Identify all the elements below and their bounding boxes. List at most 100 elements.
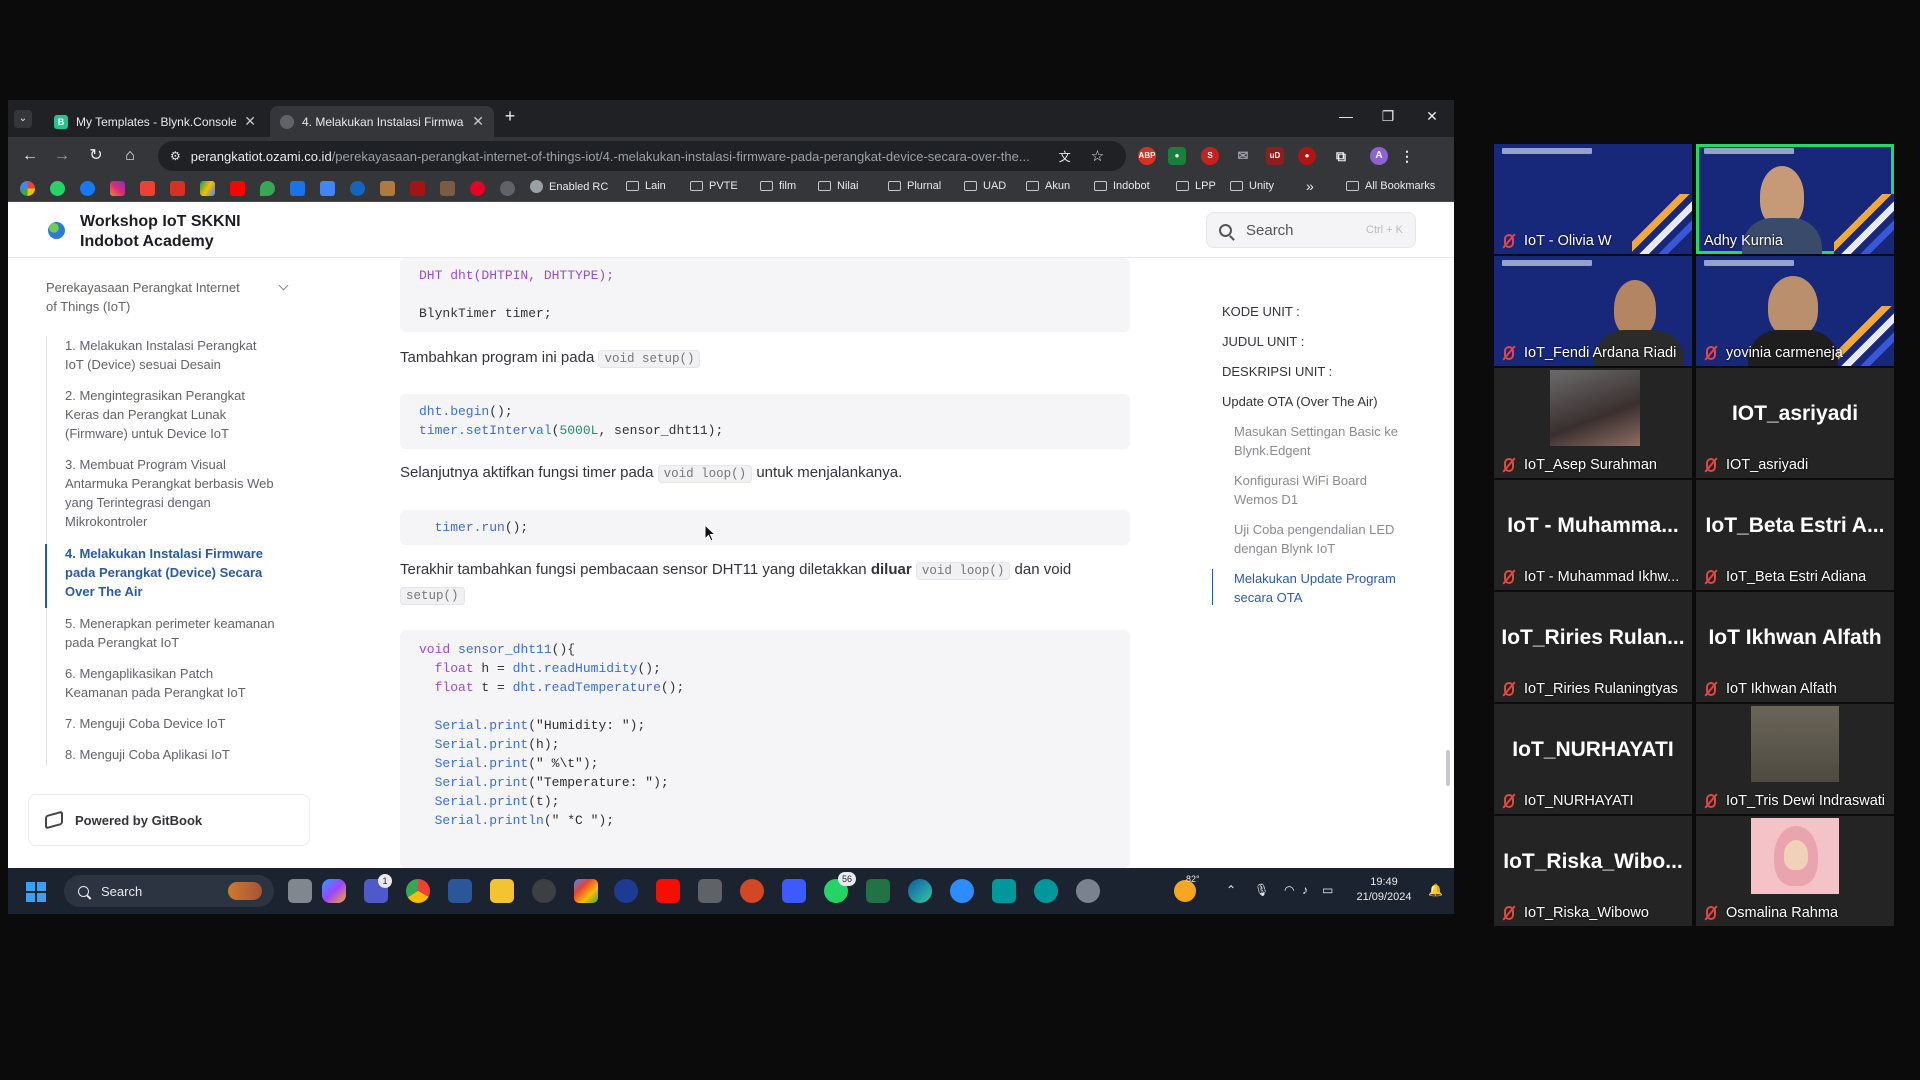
bookmark-folder-nilai[interactable]: Nilai (818, 180, 858, 192)
mail-icon[interactable]: ✉ (1234, 147, 1252, 165)
bookmark-star-icon[interactable]: ☆ (1091, 147, 1104, 165)
minimize-icon[interactable]: — (1326, 108, 1366, 124)
microphone-icon[interactable]: 🎙 (1254, 883, 1269, 897)
volume-icon[interactable]: ♪ (1302, 883, 1308, 897)
bookmark-folder-indobot[interactable]: Indobot (1094, 180, 1150, 192)
windows-start-icon[interactable] (26, 882, 46, 902)
tray-chevron-up-icon[interactable]: ⌃ (1226, 883, 1236, 897)
bookmark-folder-akun[interactable]: Akun (1026, 180, 1070, 192)
maps-icon[interactable] (260, 181, 275, 196)
app-hexagon-icon[interactable] (532, 879, 556, 903)
search-input[interactable]: Search Ctrl + K (1206, 212, 1416, 248)
toc-sub-blynk-edgent[interactable]: Masukan Settingan Basic ke Blynk.Edgent (1234, 422, 1414, 460)
participant-tile-active-speaker[interactable]: Adhy Kurnia (1696, 144, 1894, 254)
arduino-2-icon[interactable] (1034, 879, 1058, 903)
sidebar-section-title[interactable]: Perekayasaan Perangkat Internet of Thing… (46, 278, 246, 316)
gmail-icon[interactable] (140, 181, 155, 196)
app-cube-icon[interactable] (698, 879, 722, 903)
zoom-icon[interactable] (950, 879, 974, 903)
participant-tile[interactable]: IoT_NURHAYATI IoT_NURHAYATI (1494, 704, 1692, 814)
sidebar-item-3[interactable]: 3. Membuat Program Visual Antarmuka Pera… (65, 455, 275, 531)
powerpoint-icon[interactable] (740, 879, 764, 903)
sidebar-item-7[interactable]: 7. Menguji Coba Device IoT (65, 714, 275, 733)
participant-tile[interactable]: IoT - Muhamma... IoT - Muhammad Ikhw... (1494, 480, 1692, 590)
youtube-icon[interactable] (230, 181, 245, 196)
tab-gitbook[interactable]: 4. Melakukan Instalasi Firmware ✕ (270, 106, 494, 137)
bookmark-k2-icon[interactable] (320, 181, 335, 196)
extension-red-icon[interactable]: ● (1298, 147, 1316, 165)
code-block-loop[interactable]: timer.run(); (400, 510, 1130, 545)
sidebar-item-8[interactable]: 8. Menguji Coba Aplikasi IoT (65, 745, 275, 764)
task-view-icon[interactable] (288, 879, 312, 903)
participant-tile[interactable]: yovinia carmeneja (1696, 256, 1894, 366)
bookmark-folder-unity[interactable]: Unity (1230, 180, 1274, 192)
wifi-icon[interactable]: ◠ (1284, 883, 1294, 897)
bookmark-car-icon[interactable] (410, 181, 425, 196)
taskbar-search-input[interactable]: Search (64, 875, 274, 907)
address-bar[interactable]: ⚙ perangkatiot.ozami.co.id/perekayasaan-… (158, 141, 1126, 171)
forward-icon[interactable]: → (52, 146, 72, 166)
participant-tile[interactable]: IOT_asriyadi IOT_asriyadi (1696, 368, 1894, 478)
app-chart-icon[interactable] (782, 879, 806, 903)
globe-logo-icon[interactable] (48, 222, 65, 239)
bookmark-enabled-rc[interactable]: Enabled RC (530, 180, 608, 193)
toc-sub-led-blynk[interactable]: Uji Coba pengendalian LED dengan Blynk I… (1234, 520, 1414, 558)
app-pentagon-icon[interactable] (574, 879, 598, 903)
new-tab-button[interactable]: + (498, 106, 522, 127)
code-block-setup[interactable]: dht.begin(); timer.setInterval(5000L, se… (400, 394, 1130, 449)
powered-by-gitbook[interactable]: Powered by GitBook (28, 794, 310, 846)
site-title[interactable]: Workshop IoT SKKNI Indobot Academy (80, 212, 280, 252)
facebook-icon[interactable] (80, 181, 95, 196)
bookmark-folder-plurnal[interactable]: Plurnal (888, 180, 941, 192)
participant-tile[interactable]: IoT - Olivia W (1494, 144, 1692, 254)
scrollbar-thumb[interactable] (1446, 750, 1450, 786)
whatsapp-icon[interactable] (50, 181, 65, 196)
sidebar-item-5[interactable]: 5. Menerapkan perimeter keamanan pada Pe… (65, 614, 275, 652)
participant-tile[interactable]: IoT_Riska_Wibo... IoT_Riska_Wibowo (1494, 816, 1692, 926)
bookmark-folder-uad[interactable]: UAD (964, 180, 1006, 192)
bookmark-k-icon[interactable] (290, 181, 305, 196)
translate-icon[interactable]: 文 (1059, 148, 1071, 165)
google-icon[interactable] (20, 181, 35, 196)
close-icon[interactable]: ✕ (472, 113, 484, 130)
toc-item-kode-unit[interactable]: KODE UNIT : (1222, 302, 1300, 321)
sidebar-item-4-active[interactable]: 4. Melakukan Instalasi Firmware pada Per… (65, 544, 275, 601)
participant-tile[interactable]: IoT_Asep Surahman (1494, 368, 1692, 478)
toc-sub-update-ota-active[interactable]: Melakukan Update Program secara OTA (1234, 569, 1414, 607)
battery-icon[interactable]: ▭ (1322, 883, 1333, 897)
adblock-icon[interactable]: ABP (1138, 147, 1156, 165)
close-window-icon[interactable]: ✕ (1412, 108, 1452, 125)
participant-tile[interactable]: IoT_Riries Rulan... IoT_Riries Rulaningt… (1494, 592, 1692, 702)
arduino-icon[interactable] (992, 879, 1016, 903)
extension-green-icon[interactable]: ● (1168, 147, 1186, 165)
bookmark-folder-pvte[interactable]: PVTE (690, 180, 738, 192)
word-icon[interactable] (448, 879, 472, 903)
file-explorer-icon[interactable] (490, 879, 514, 903)
sidebar-item-6[interactable]: 6. Mengaplikasikan Patch Keamanan pada P… (65, 664, 275, 702)
sidebar-item-2[interactable]: 2. Mengintegrasikan Perangkat Keras dan … (65, 386, 275, 443)
bookmark-figure-icon[interactable] (380, 181, 395, 196)
restore-icon[interactable]: ❐ (1368, 108, 1408, 125)
home-icon[interactable]: ⌂ (120, 146, 140, 166)
chevron-down-icon[interactable] (278, 280, 289, 291)
reload-icon[interactable]: ↻ (86, 146, 106, 166)
edge-icon[interactable] (908, 879, 932, 903)
toc-sub-wifi-wemos[interactable]: Konfigurasi WiFi Board Wemos D1 (1234, 471, 1414, 509)
bookmark-folder-lpp[interactable]: LPP (1176, 180, 1216, 192)
participant-tile[interactable]: IoT Ikhwan Alfath IoT Ikhwan Alfath (1696, 592, 1894, 702)
toc-item-judul-unit[interactable]: JUDUL UNIT : (1222, 332, 1304, 351)
taskbar-clock[interactable]: 19:49 21/09/2024 (1354, 875, 1414, 905)
ublock-icon[interactable]: uD (1266, 147, 1284, 165)
all-bookmarks-button[interactable]: All Bookmarks (1346, 180, 1435, 192)
sidebar-item-1[interactable]: 1. Melakukan Instalasi Perangkat IoT (De… (65, 336, 275, 374)
close-icon[interactable]: ✕ (244, 113, 256, 130)
drive-icon[interactable] (200, 181, 215, 196)
site-info-icon[interactable]: ⚙ (170, 149, 181, 163)
tab-search-chevron-icon[interactable]: ⌄ (14, 110, 32, 128)
acrobat-icon[interactable] (656, 879, 680, 903)
menu-kebab-icon[interactable]: ⋮ (1398, 147, 1416, 165)
instagram-icon[interactable] (110, 181, 125, 196)
participant-tile[interactable]: IoT_Beta Estri A... IoT_Beta Estri Adian… (1696, 480, 1894, 590)
bookmarks-overflow-button[interactable]: » (1306, 178, 1314, 194)
copilot-icon[interactable] (322, 879, 346, 903)
